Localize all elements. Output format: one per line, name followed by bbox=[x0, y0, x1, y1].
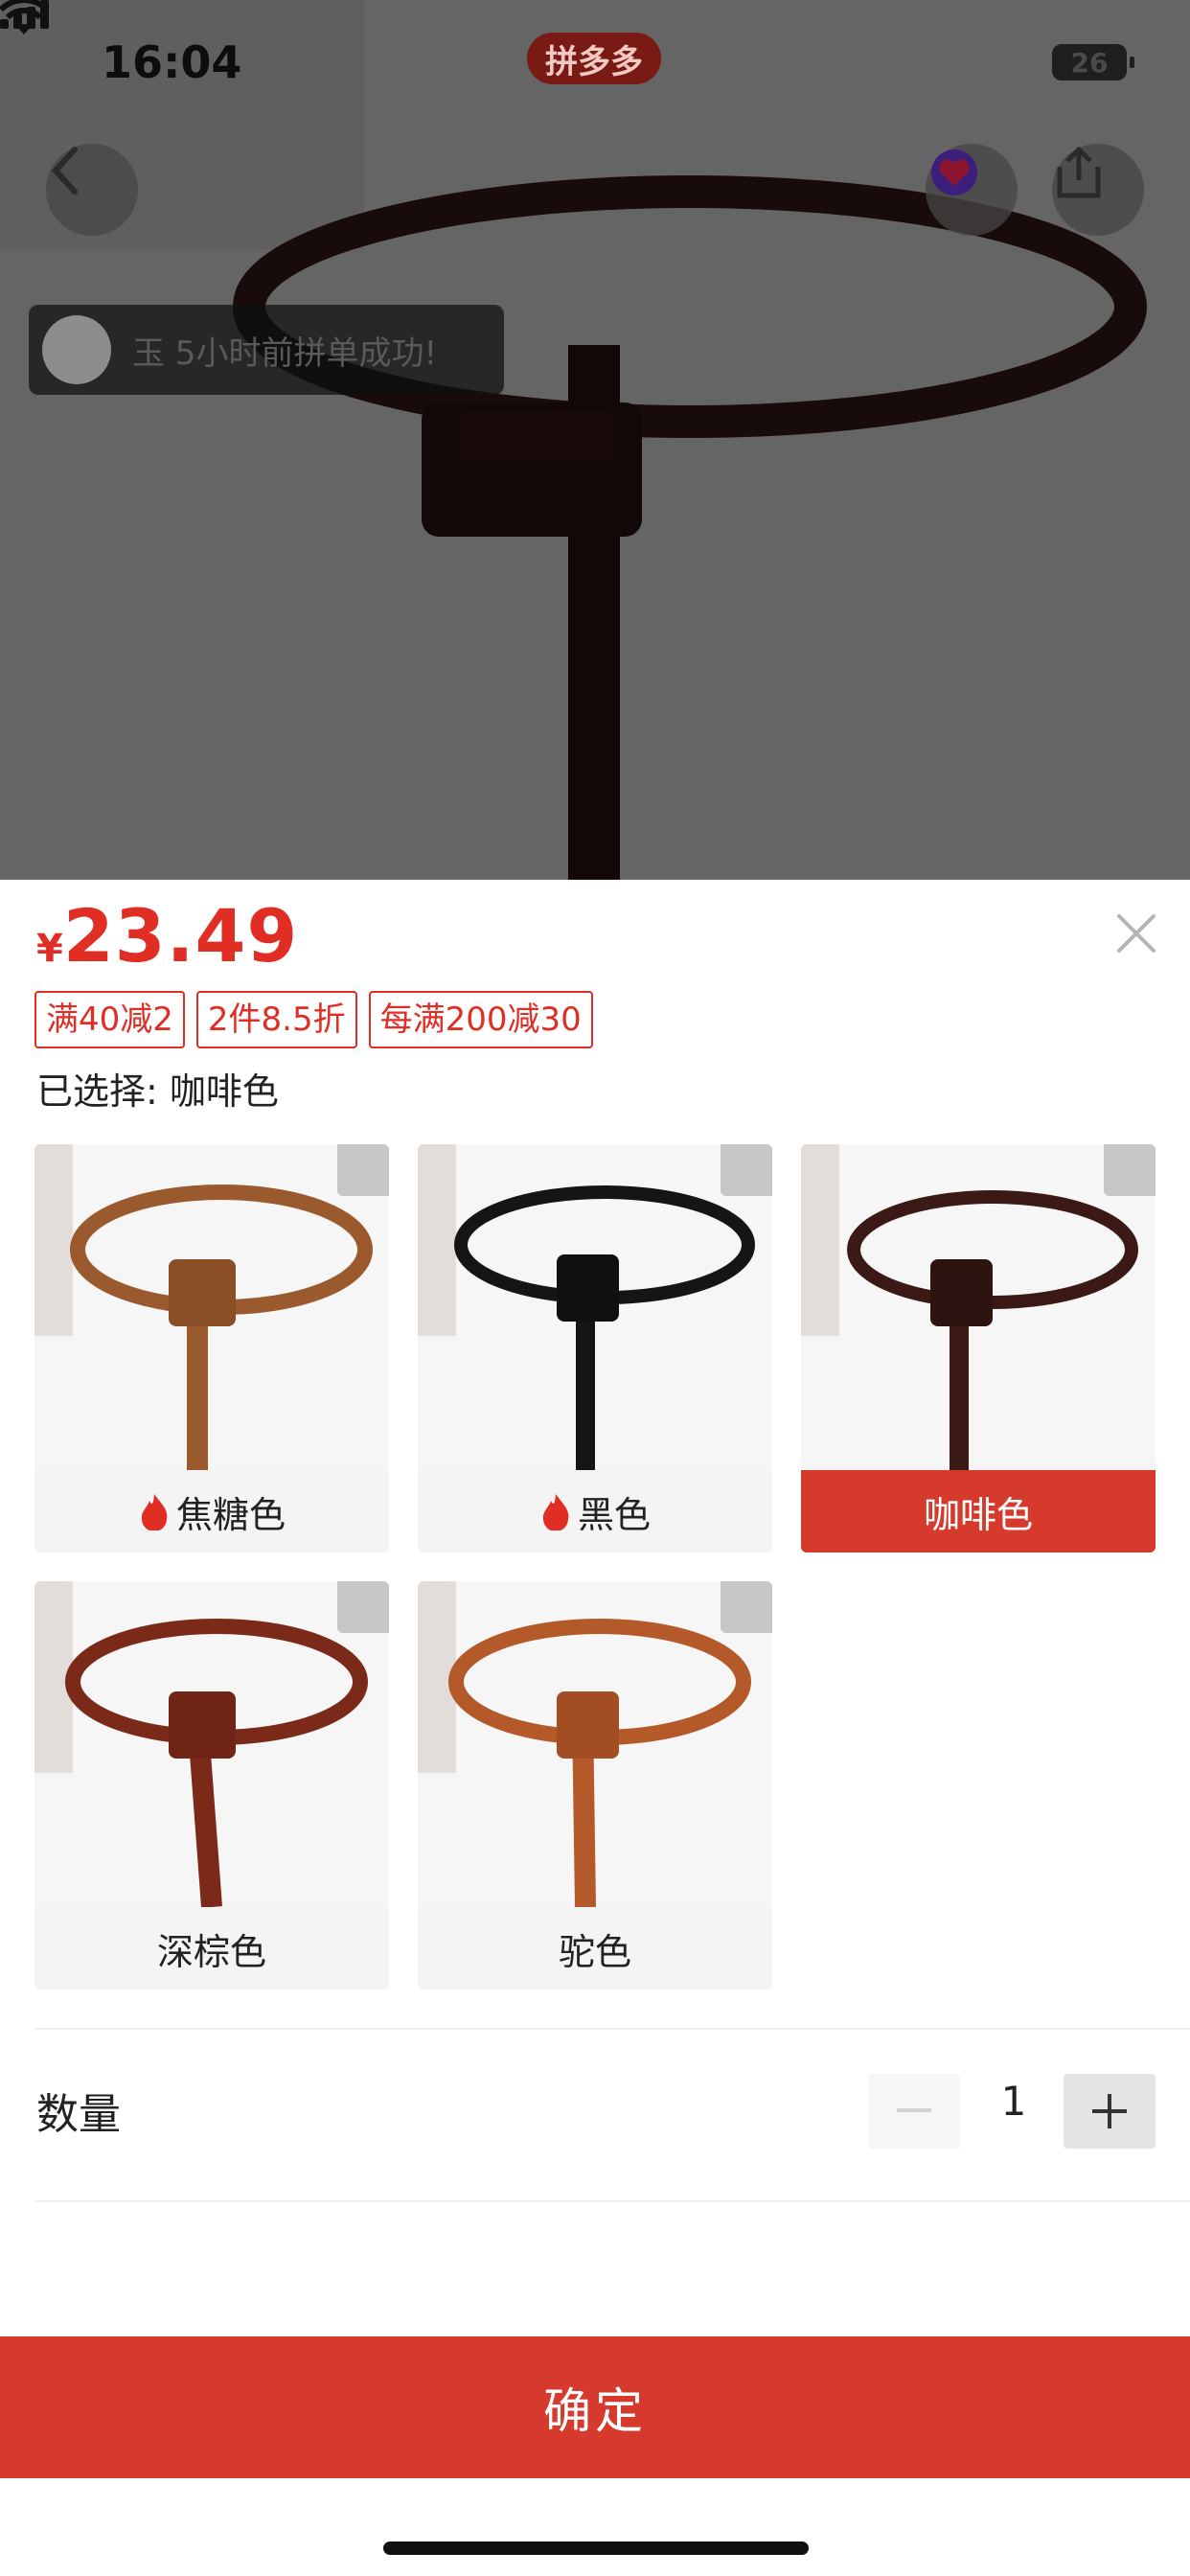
home-indicator bbox=[383, 2542, 809, 2555]
fire-icon bbox=[542, 1494, 569, 1530]
share-icon bbox=[1057, 146, 1101, 198]
belt-thumbnail bbox=[801, 1144, 1156, 1470]
variant-image bbox=[418, 1581, 772, 1907]
expand-icon[interactable] bbox=[1104, 1144, 1156, 1196]
selected-variant-text: 已选择: 咖啡色 bbox=[36, 1070, 279, 1113]
favorite-button[interactable] bbox=[926, 144, 1018, 236]
expand-icon[interactable] bbox=[721, 1144, 772, 1196]
toast-text: 玉 5小时前拼单成功! bbox=[132, 334, 438, 373]
minus-icon bbox=[897, 2108, 931, 2112]
variant-label: 深棕色 bbox=[156, 1930, 266, 1973]
battery-indicator: 26 bbox=[1052, 44, 1134, 80]
back-button[interactable] bbox=[46, 144, 138, 236]
variant-image bbox=[418, 1144, 772, 1470]
variant-label: 黑色 bbox=[577, 1493, 651, 1536]
status-time: 16:04 bbox=[102, 36, 242, 88]
variant-option-caramel[interactable]: 焦糖色 bbox=[34, 1144, 389, 1552]
variant-option-camel[interactable]: 驼色 bbox=[418, 1581, 772, 1990]
price: ¥23.49 bbox=[36, 893, 298, 978]
price-currency: ¥ bbox=[36, 927, 63, 971]
plus-icon bbox=[1092, 2094, 1127, 2128]
dim-overlay bbox=[0, 0, 1190, 880]
expand-icon[interactable] bbox=[337, 1581, 389, 1633]
belt-thumbnail bbox=[34, 1581, 389, 1907]
promo-tag: 满40减2 bbox=[34, 991, 185, 1048]
group-buy-toast: 玉 5小时前拼单成功! bbox=[29, 305, 504, 395]
confirm-button[interactable]: 确定 bbox=[0, 2336, 1190, 2478]
belt-thumbnail bbox=[418, 1581, 772, 1907]
expand-icon[interactable] bbox=[721, 1581, 772, 1633]
belt-thumbnail bbox=[418, 1144, 772, 1470]
promo-tag: 每满200减30 bbox=[368, 991, 593, 1048]
price-value: 23.49 bbox=[62, 893, 299, 978]
variant-option-black[interactable]: 黑色 bbox=[418, 1144, 772, 1552]
status-bar: 16:04 拼多多 26 bbox=[0, 0, 1190, 125]
promo-tag: 2件8.5折 bbox=[195, 991, 357, 1048]
avatar bbox=[42, 315, 111, 384]
variant-option-coffee[interactable]: 咖啡色 bbox=[801, 1144, 1156, 1552]
expand-icon[interactable] bbox=[337, 1144, 389, 1196]
chevron-left-icon bbox=[51, 147, 78, 195]
quantity-decrement-button[interactable] bbox=[868, 2074, 960, 2149]
variant-image bbox=[34, 1144, 389, 1470]
share-button[interactable] bbox=[1052, 144, 1144, 236]
close-icon[interactable] bbox=[1115, 912, 1157, 954]
sku-selector-sheet: ¥23.49 满40减2 2件8.5折 每满200减30 已选择: 咖啡色 焦糖… bbox=[0, 880, 1190, 2576]
quantity-label: 数量 bbox=[36, 2090, 121, 2139]
variant-image bbox=[801, 1144, 1156, 1470]
quantity-value[interactable]: 1 bbox=[987, 2078, 1041, 2125]
belt-thumbnail bbox=[34, 1144, 389, 1470]
quantity-increment-button[interactable] bbox=[1064, 2074, 1156, 2149]
fire-icon bbox=[141, 1494, 168, 1530]
variant-label: 焦糖色 bbox=[175, 1493, 286, 1536]
app-badge: 拼多多 bbox=[527, 33, 661, 84]
product-hero-image: 16:04 拼多多 26 玉 5小时前拼单成功! bbox=[0, 0, 1190, 880]
heart-brand-icon bbox=[931, 150, 977, 196]
variant-option-dark-brown[interactable]: 深棕色 bbox=[34, 1581, 389, 1990]
divider bbox=[34, 2200, 1190, 2202]
variant-label: 咖啡色 bbox=[923, 1493, 1033, 1536]
promo-tags: 满40减2 2件8.5折 每满200减30 bbox=[34, 991, 593, 1048]
divider bbox=[34, 2028, 1190, 2030]
variant-label: 驼色 bbox=[558, 1930, 631, 1973]
variant-image bbox=[34, 1581, 389, 1907]
wifi-icon bbox=[0, 0, 48, 34]
